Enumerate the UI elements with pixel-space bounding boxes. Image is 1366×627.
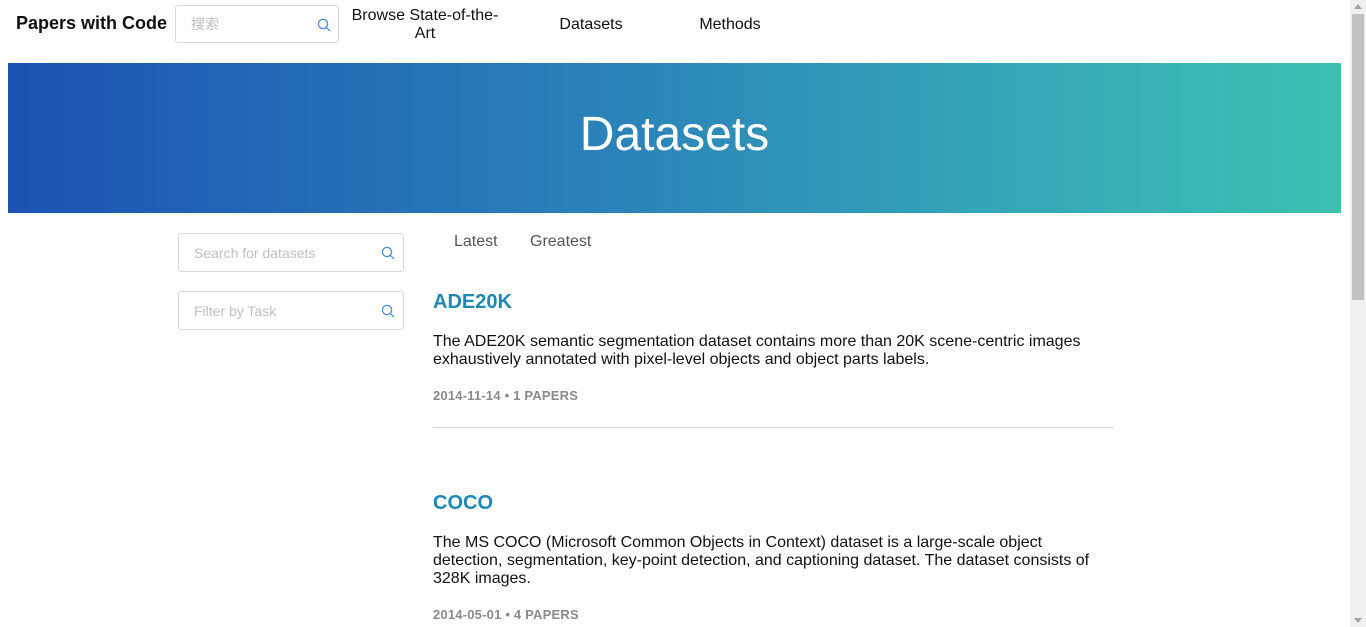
nav-link-methods[interactable]: Methods [680,16,780,34]
dataset-search-input[interactable] [194,234,351,271]
search-icon[interactable] [381,246,395,260]
dataset-description: The MS COCO (Microsoft Common Objects in… [433,534,1090,587]
tab-latest[interactable]: Latest [454,233,498,251]
task-filter-box[interactable] [178,291,404,330]
nav-search-input[interactable] [191,6,305,42]
nav-link-datasets[interactable]: Datasets [540,16,642,34]
hero-banner: Datasets [8,63,1341,213]
vertical-scrollbar[interactable] [1350,0,1366,627]
brand-logo[interactable]: Papers with Code [16,13,167,34]
dataset-description: The ADE20K semantic segmentation dataset… [433,333,1081,368]
dataset-title-link[interactable]: ADE20K [433,291,512,314]
tab-greatest[interactable]: Greatest [530,233,591,251]
dataset-meta: 2014-11-14 • 1 PAPERS [433,388,578,403]
scroll-up-icon[interactable] [1354,4,1362,9]
meta-separator: • [504,388,514,403]
page-title: Datasets [579,108,770,161]
entry-divider [433,427,1114,428]
task-filter-input[interactable] [194,292,351,329]
nav-link-browse-sota[interactable]: Browse State-of-the-Art [350,7,500,43]
dataset-search-box[interactable] [178,233,404,272]
scroll-thumb[interactable] [1352,14,1364,300]
page: Papers with Code Browse State-of-the-Art… [0,0,1366,627]
dataset-date: 2014-05-01 [433,607,502,622]
meta-separator: • [505,607,514,622]
dataset-title-link[interactable]: COCO [433,492,493,515]
dataset-meta: 2014-05-01 • 4 PAPERS [433,607,579,622]
dataset-paper-count: 4 PAPERS [513,607,579,622]
nav-search-box[interactable] [175,5,339,43]
search-icon[interactable] [317,18,331,32]
dataset-date: 2014-11-14 [433,388,501,403]
dataset-paper-count: 1 PAPERS [513,388,579,403]
top-navbar: Papers with Code Browse State-of-the-Art… [0,0,1350,50]
search-icon[interactable] [381,304,395,318]
scroll-down-icon[interactable] [1354,618,1362,623]
